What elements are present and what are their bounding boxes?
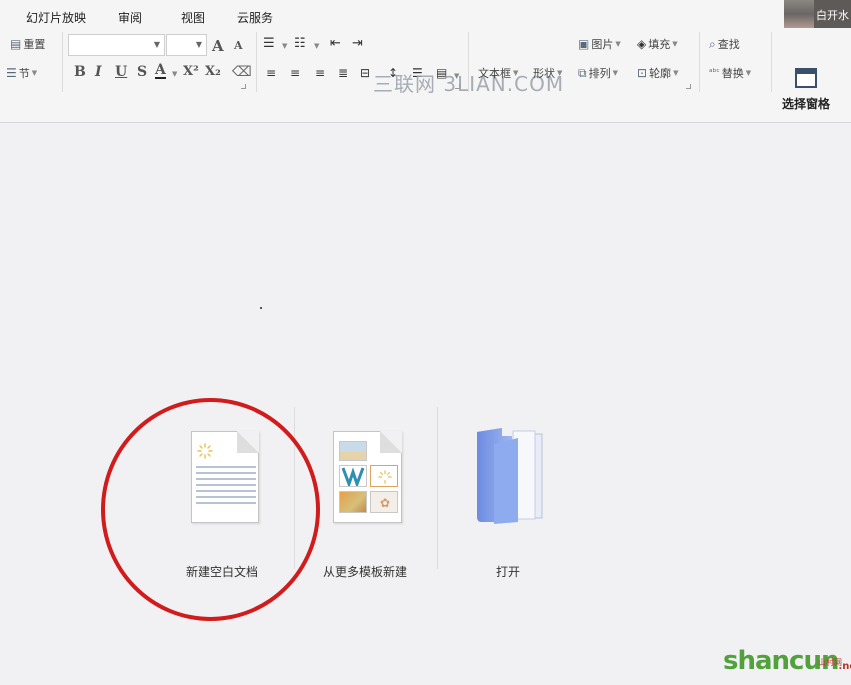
reset-label: 重置: [23, 38, 46, 51]
picture-button[interactable]: ▣ 图片 ▼: [578, 36, 621, 52]
font-dialog-launcher[interactable]: [241, 84, 246, 89]
distribute-icon[interactable]: ⊟: [360, 66, 370, 80]
outline-icon: ⊡: [637, 66, 648, 80]
user-profile[interactable]: 白开水: [784, 0, 851, 28]
template-thumb: ✿: [370, 491, 398, 513]
template-thumb: [339, 441, 367, 461]
increase-font-button[interactable]: A: [212, 37, 224, 55]
decrease-font-button[interactable]: A: [234, 39, 243, 52]
italic-button[interactable]: I: [95, 64, 102, 80]
chevron-down-icon: ▼: [282, 42, 288, 50]
section-button[interactable]: ☰ 节 ▼: [6, 65, 37, 81]
divider: [771, 32, 772, 92]
logo-cn-text: 山村网: [818, 658, 842, 667]
shape-button[interactable]: 形状 ▼: [533, 65, 562, 81]
font-name-combo[interactable]: ▼: [68, 34, 165, 56]
select-pane-label: 选择窗格: [782, 97, 831, 111]
chevron-down-icon: ▼: [745, 69, 752, 77]
paint-bucket-icon: ◈: [637, 37, 647, 51]
template-thumb: [370, 465, 398, 487]
template-thumb: [339, 465, 367, 489]
section-label: 节: [18, 67, 30, 80]
template-thumb: [339, 491, 367, 513]
chevron-down-icon: ▼: [612, 69, 618, 77]
chevron-down-icon: ▼: [172, 70, 178, 78]
bullet-list-icon[interactable]: ☰: [263, 36, 275, 51]
select-pane-button[interactable]: 选择窗格: [778, 66, 836, 116]
justify-icon[interactable]: ≣: [338, 66, 348, 80]
replace-label: 替换: [721, 67, 744, 80]
font-size-combo[interactable]: ▼: [166, 34, 207, 56]
chevron-down-icon: ▼: [195, 40, 202, 49]
decrease-indent-icon[interactable]: ⇤: [330, 36, 341, 51]
highlight-circle: [101, 398, 320, 621]
divider: [62, 32, 63, 92]
chevron-down-icon: ▼: [672, 40, 678, 48]
drawing-dialog-launcher[interactable]: [686, 84, 691, 89]
open-label: 打开: [496, 565, 521, 579]
increase-indent-icon[interactable]: ⇥: [352, 36, 363, 51]
divider: [256, 32, 257, 92]
arrange-label: 排列: [588, 67, 611, 80]
find-button[interactable]: ⌕ 查找: [709, 36, 740, 52]
profile-name: 白开水: [816, 9, 849, 22]
search-icon: ⌕: [709, 36, 716, 51]
section-icon: ☰: [6, 66, 17, 80]
chevron-down-icon: ▼: [615, 40, 621, 48]
menu-bar: 幻灯片放映 审阅 视图 云服务 白开水: [0, 0, 851, 30]
picture-icon: ▣: [578, 37, 590, 51]
superscript-button[interactable]: X²: [183, 64, 199, 79]
chevron-down-icon: ▼: [31, 69, 38, 77]
font-color-button[interactable]: A: [155, 63, 166, 79]
align-left-icon[interactable]: ≡: [266, 66, 276, 80]
menu-cloud-service[interactable]: 云服务: [237, 9, 273, 26]
textbox-button[interactable]: 文本框 ▼: [478, 65, 518, 81]
outline-button[interactable]: ⊡ 轮廓 ▼: [637, 65, 678, 81]
divider: [699, 32, 700, 92]
fill-label: 填充: [648, 38, 671, 51]
reset-icon: ▤: [10, 37, 22, 51]
outline-label: 轮廓: [649, 67, 672, 80]
arrange-icon: ⧉: [578, 65, 587, 80]
replace-icon: ᵃᵇᶜ: [709, 68, 720, 78]
ribbon-toolbar: ▤ 重置 ☰ 节 ▼ ▼ ▼ A A B I U S A ▼ X² X₂ ⌫ ☰…: [0, 30, 851, 123]
find-label: 查找: [717, 38, 740, 51]
menu-review[interactable]: 审阅: [118, 9, 142, 26]
select-pane-icon: [795, 68, 817, 88]
divider: [437, 407, 438, 569]
menu-view[interactable]: 视图: [181, 9, 205, 26]
strikethrough-button[interactable]: S: [137, 64, 147, 80]
align-center-icon[interactable]: ≡: [290, 66, 300, 80]
chevron-down-icon: ▼: [513, 69, 519, 77]
numbered-list-icon[interactable]: ☷: [294, 36, 306, 51]
reset-button[interactable]: ▤ 重置: [10, 36, 45, 52]
chevron-down-icon: ▼: [557, 69, 563, 77]
stray-dot: [260, 307, 262, 309]
chevron-down-icon: ▼: [673, 69, 679, 77]
divider: [468, 32, 469, 92]
textbox-label: 文本框: [478, 67, 511, 80]
folder-icon: [477, 428, 543, 524]
chevron-down-icon: ▼: [314, 42, 320, 50]
menu-slideshow[interactable]: 幻灯片放映: [26, 9, 86, 26]
align-right-icon[interactable]: ≡: [315, 66, 325, 80]
bold-button[interactable]: B: [74, 64, 86, 80]
picture-label: 图片: [591, 38, 614, 51]
template-document-icon: ✿: [333, 431, 402, 523]
underline-button[interactable]: U: [115, 64, 127, 80]
chevron-down-icon: ▼: [153, 40, 160, 49]
fill-button[interactable]: ◈ 填充 ▼: [637, 36, 678, 52]
replace-button[interactable]: ᵃᵇᶜ 替换 ▼: [709, 65, 751, 81]
avatar: [784, 0, 814, 28]
subscript-button[interactable]: X₂: [205, 64, 221, 79]
shape-label: 形状: [533, 67, 555, 80]
arrange-button[interactable]: ⧉ 排列 ▼: [578, 65, 618, 81]
page-fold: [380, 431, 402, 453]
from-template-label: 从更多模板新建: [323, 565, 408, 579]
clear-format-icon[interactable]: ⌫: [232, 64, 252, 80]
